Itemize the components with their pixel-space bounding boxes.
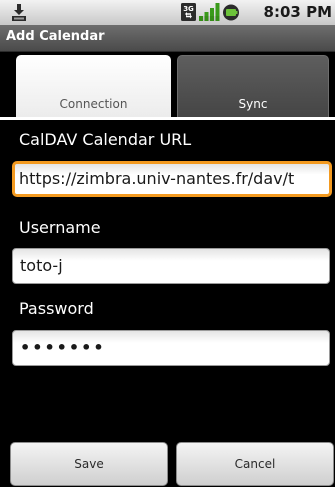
cancel-button[interactable]: Cancel — [176, 442, 334, 486]
caldav-url-field[interactable]: https://zimbra.univ-nantes.fr/dav/t — [12, 161, 332, 197]
tab-sync[interactable]: Sync — [177, 55, 329, 117]
username-label: Username — [19, 218, 101, 237]
title-bar: Add Calendar — [0, 25, 335, 52]
save-button[interactable]: Save — [10, 442, 168, 486]
tab-sync-label: Sync — [238, 97, 268, 111]
network-type-label: 3G — [183, 5, 194, 13]
download-icon — [12, 4, 26, 21]
tab-connection-label: Connection — [59, 97, 128, 111]
status-bar: 3G 8:03 PM — [0, 0, 335, 25]
password-field[interactable]: ••••••• — [12, 330, 330, 366]
caldav-url-label: CalDAV Calendar URL — [19, 130, 192, 149]
signal-strength-icon — [199, 3, 220, 21]
username-field[interactable]: toto-j — [12, 248, 330, 284]
status-time: 8:03 PM — [263, 3, 332, 21]
tab-connection[interactable]: Connection — [16, 55, 171, 117]
page-title: Add Calendar — [6, 29, 105, 44]
battery-icon — [223, 4, 239, 21]
3g-network-icon: 3G — [181, 3, 196, 21]
tab-underline — [0, 117, 335, 120]
caldav-url-value: https://zimbra.univ-nantes.fr/dav/t — [19, 169, 295, 188]
add-calendar-screen: 3G 8:03 PM Add Calendar Connection Sync … — [0, 0, 335, 487]
username-value: toto-j — [20, 256, 63, 275]
password-label: Password — [19, 299, 94, 318]
password-value: ••••••• — [20, 338, 106, 357]
